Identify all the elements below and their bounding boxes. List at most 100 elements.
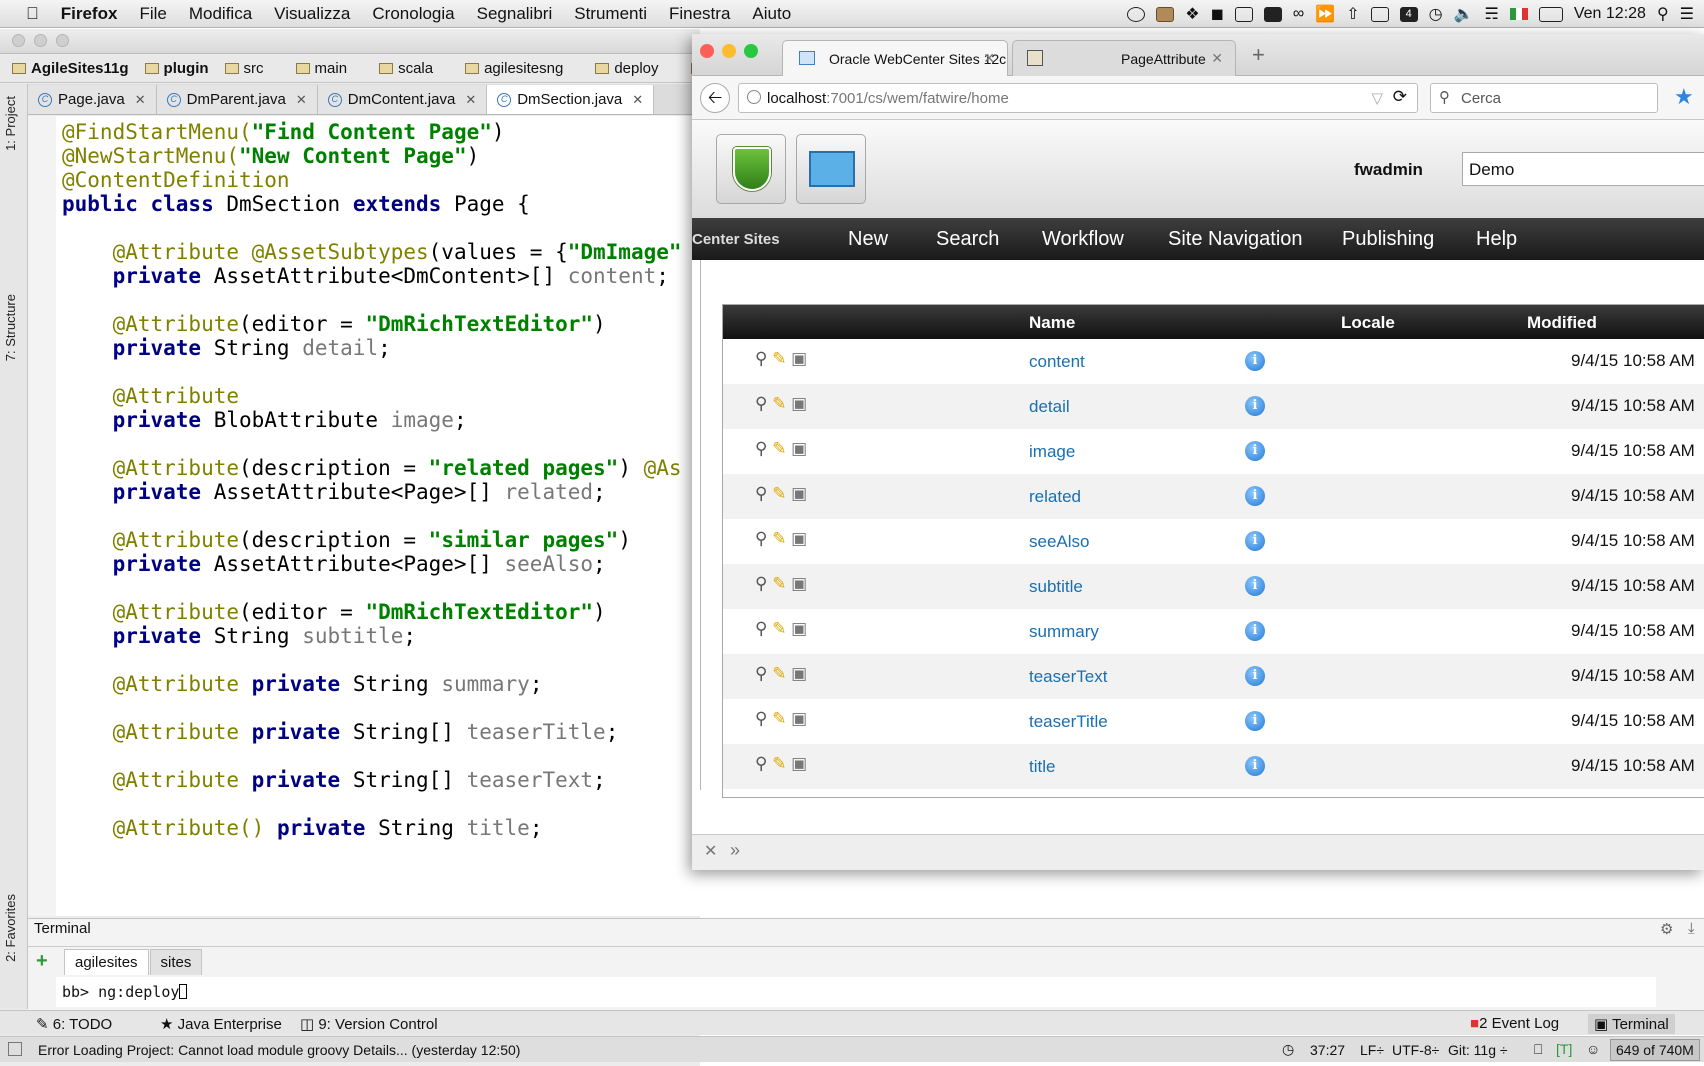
code-line[interactable]: @Attribute(editor = "DmRichTextEditor")	[62, 312, 606, 336]
nav-help[interactable]: Help	[1476, 228, 1517, 251]
breadcrumb-item[interactable]: agilesitesng	[465, 60, 579, 77]
close-icon[interactable]: ✕	[135, 92, 146, 108]
dropdown-arrow-icon[interactable]: ▽	[1371, 89, 1383, 107]
delete-trash-icon[interactable]: ▣	[791, 574, 807, 593]
tab-dmparent-java[interactable]: C DmParent.java ✕	[156, 85, 318, 114]
info-icon[interactable]: i	[1245, 441, 1265, 461]
close-icon[interactable]: ✕	[465, 92, 476, 108]
nav-search[interactable]: Search	[936, 228, 999, 251]
delete-trash-icon[interactable]: ▣	[791, 619, 807, 638]
airplay-icon[interactable]	[1370, 6, 1389, 22]
menubar-clock[interactable]: Ven 12:28	[1574, 5, 1646, 23]
attribute-name-link[interactable]: summary	[1029, 622, 1099, 642]
info-icon[interactable]: i	[1245, 486, 1265, 506]
java-enterprise-tool-button[interactable]: ★ Java Enterprise	[160, 1015, 282, 1033]
browser-tab-webcenter[interactable]: Oracle WebCenter Sites 12c ✕	[782, 40, 1008, 76]
code-line[interactable]: @Attribute @AssetSubtypes(values = {"DmI…	[62, 240, 682, 264]
terminal-tab-agilesites[interactable]: agilesites	[64, 948, 149, 975]
project-tool-button[interactable]: 1: Project	[3, 96, 18, 151]
glasses-icon[interactable]: ∞	[1293, 5, 1304, 23]
menu-cronologia[interactable]: Cronologia	[372, 4, 454, 24]
lock-icon[interactable]: ⎕	[1534, 1041, 1542, 1058]
spotlight-icon[interactable]: ⚲	[1657, 4, 1669, 24]
edit-pencil-icon[interactable]: ✎	[772, 484, 786, 503]
volume-icon[interactable]: 🔈	[1454, 4, 1474, 24]
breadcrumb-item[interactable]: deploy	[595, 60, 674, 77]
structure-tool-button[interactable]: 7: Structure	[3, 294, 18, 361]
window-zoom-button[interactable]	[744, 44, 758, 58]
edit-pencil-icon[interactable]: ✎	[772, 349, 786, 368]
edit-pencil-icon[interactable]: ✎	[772, 529, 786, 548]
code-line[interactable]: private String subtitle;	[62, 624, 416, 648]
edit-pencil-icon[interactable]: ✎	[772, 754, 786, 773]
edit-pencil-icon[interactable]: ✎	[772, 394, 786, 413]
code-line[interactable]: @Attribute private String[] teaserText;	[62, 768, 606, 792]
attribute-name-link[interactable]: image	[1029, 442, 1075, 462]
wifi-icon[interactable]: ☴	[1485, 4, 1499, 24]
tab-page-java[interactable]: C Page.java ✕	[28, 85, 157, 114]
contributor-interface-button[interactable]	[796, 134, 866, 204]
info-icon[interactable]: i	[1245, 576, 1265, 596]
inspect-icon[interactable]: ⚲	[755, 709, 767, 728]
ide-minimize-button[interactable]	[34, 34, 47, 47]
edit-pencil-icon[interactable]: ✎	[772, 619, 786, 638]
attribute-name-link[interactable]: title	[1029, 757, 1055, 777]
attribute-name-link[interactable]: seeAlso	[1029, 532, 1089, 552]
inspect-icon[interactable]: ⚲	[755, 619, 767, 638]
favorites-tool-button[interactable]: 2: Favorites	[3, 894, 18, 962]
screen-share-icon[interactable]	[1234, 6, 1253, 22]
status-message[interactable]: Error Loading Project: Cannot load modul…	[38, 1042, 520, 1058]
inspect-icon[interactable]: ⚲	[755, 574, 767, 593]
inspect-icon[interactable]: ⚲	[755, 484, 767, 503]
attribute-name-link[interactable]: detail	[1029, 397, 1070, 417]
check-circle-icon[interactable]	[1127, 6, 1146, 22]
ide-zoom-button[interactable]	[56, 34, 69, 47]
delete-trash-icon[interactable]: ▣	[791, 394, 807, 413]
code-editor[interactable]: @FindStartMenu("Find Content Page") @NewS…	[56, 116, 700, 916]
code-line[interactable]: @NewStartMenu("New Content Page")	[62, 144, 479, 168]
tab-dmsection-java[interactable]: C DmSection.java ✕	[487, 85, 655, 114]
menu-app-name[interactable]: Firefox	[61, 4, 118, 24]
terminal-tool-button[interactable]: ▣ Terminal	[1588, 1014, 1675, 1034]
italian-flag-icon[interactable]	[1509, 8, 1528, 20]
info-icon[interactable]: i	[1245, 396, 1265, 416]
menu-strumenti[interactable]: Strumenti	[574, 4, 647, 24]
edit-pencil-icon[interactable]: ✎	[772, 664, 786, 683]
settings-gear-icon[interactable]: ⚙	[1660, 920, 1673, 938]
menu-segnalibri[interactable]: Segnalibri	[477, 4, 553, 24]
delete-trash-icon[interactable]: ▣	[791, 439, 807, 458]
code-line[interactable]: @ContentDefinition	[62, 168, 290, 192]
username[interactable]: fwadmin	[1354, 160, 1423, 180]
git-branch[interactable]: Git: 11g ÷	[1448, 1042, 1508, 1058]
version-control-tool-button[interactable]: ◫ 9: Version Control	[300, 1015, 438, 1033]
breadcrumb-item[interactable]: AgileSites11g	[12, 60, 129, 77]
breadcrumb-item[interactable]: main	[295, 60, 364, 77]
menu-finestra[interactable]: Finestra	[669, 4, 730, 24]
caret-position[interactable]: 37:27	[1310, 1042, 1345, 1058]
user-profile-button[interactable]	[716, 134, 786, 204]
bookmark-star-icon[interactable]: ★	[1674, 84, 1694, 110]
memory-indicator[interactable]: 649 of 740M	[1610, 1039, 1700, 1061]
code-line[interactable]: private BlobAttribute image;	[62, 408, 467, 432]
notification-center-icon[interactable]: ☰	[1680, 4, 1694, 24]
inspect-icon[interactable]: ⚲	[755, 529, 767, 548]
info-icon[interactable]: i	[1245, 756, 1265, 776]
dropbox-icon[interactable]: ❖	[1185, 4, 1199, 24]
close-icon[interactable]: ✕	[296, 92, 307, 108]
menu-modifica[interactable]: Modifica	[189, 4, 252, 24]
ide-close-button[interactable]	[12, 34, 25, 47]
info-icon[interactable]: i	[1245, 621, 1265, 641]
code-line[interactable]: private AssetAttribute<Page>[] related;	[62, 480, 606, 504]
file-encoding[interactable]: UTF-8÷	[1392, 1042, 1439, 1058]
code-line[interactable]: @FindStartMenu("Find Content Page")	[62, 120, 505, 144]
todo-tool-button[interactable]: ✎ 6: TODO	[36, 1015, 112, 1033]
url-bar[interactable]: localhost:7001/cs/wem/fatwire/home ▽ ⟳	[738, 83, 1418, 113]
nav-site-navigation[interactable]: Site Navigation	[1168, 228, 1303, 251]
edit-pencil-icon[interactable]: ✎	[772, 439, 786, 458]
nav-new[interactable]: New	[848, 228, 888, 251]
line-separator[interactable]: LF÷	[1360, 1042, 1384, 1058]
search-input[interactable]: ⚲ Cerca	[1430, 83, 1658, 113]
code-line[interactable]: @Attribute(editor = "DmRichTextEditor")	[62, 600, 606, 624]
tab-close-icon[interactable]: ✕	[983, 50, 995, 67]
fast-forward-icon[interactable]: ⏩	[1315, 4, 1335, 24]
